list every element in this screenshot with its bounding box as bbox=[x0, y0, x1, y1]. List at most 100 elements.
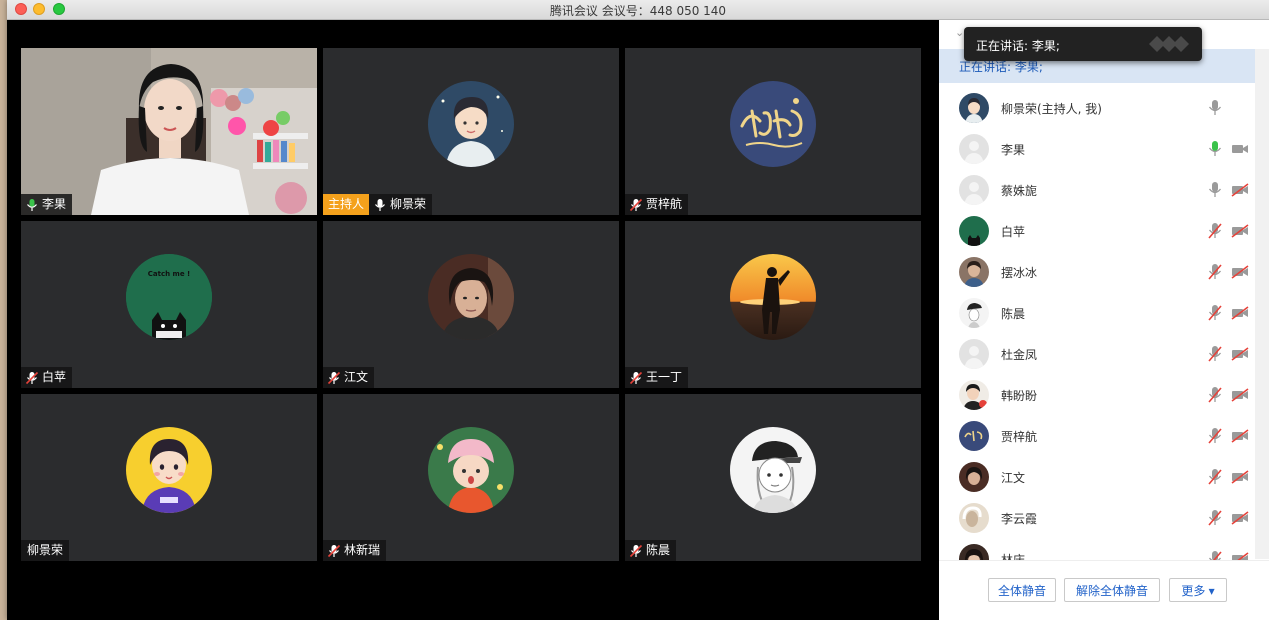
mic-muted-icon[interactable] bbox=[1207, 304, 1223, 322]
mic-muted-icon[interactable] bbox=[1207, 222, 1223, 240]
mic-icon[interactable] bbox=[1207, 181, 1223, 199]
video-tile-liujingrong-host[interactable]: 主持人 柳景荣 bbox=[323, 48, 619, 215]
participant-nametag: 江文 bbox=[323, 367, 375, 388]
cartoon-boy-purple-avatar bbox=[126, 427, 212, 513]
avatar bbox=[959, 257, 989, 287]
participant-name: 李果 bbox=[42, 197, 67, 211]
sunset-silhouette-avatar bbox=[730, 254, 816, 340]
camera-off-icon[interactable] bbox=[1231, 511, 1249, 525]
mic-muted-icon[interactable] bbox=[1207, 263, 1223, 281]
participant-name: 韩盼盼 bbox=[1001, 389, 1038, 403]
mic-active-icon bbox=[27, 198, 37, 211]
participant-nametag: 李果 bbox=[21, 194, 73, 215]
mic-muted-icon[interactable] bbox=[1207, 427, 1223, 445]
video-tile-jiazihang[interactable]: 贾梓航 bbox=[625, 48, 921, 215]
video-tile-baiping[interactable]: Catch me ! 白苹 bbox=[21, 221, 317, 388]
participant-nametag: 王一丁 bbox=[625, 367, 689, 388]
camera-off-icon[interactable] bbox=[1231, 388, 1249, 402]
nametag-label: 陈晨 bbox=[625, 540, 677, 561]
mute-all-button[interactable]: 全体静音 bbox=[988, 578, 1056, 602]
mic-muted-icon[interactable] bbox=[1207, 386, 1223, 404]
avatar bbox=[959, 503, 989, 533]
video-tile-wangyiding[interactable]: 王一丁 bbox=[625, 221, 921, 388]
more-button[interactable]: 更多 ▾ bbox=[1169, 578, 1227, 602]
camera-off-icon[interactable] bbox=[1231, 265, 1249, 279]
video-tile-liujingrong[interactable]: 柳景荣 bbox=[21, 394, 317, 561]
avatar bbox=[959, 93, 989, 123]
participant-row[interactable]: 白苹 bbox=[939, 211, 1255, 251]
video-tile-chenchen[interactable]: 陈晨 bbox=[625, 394, 921, 561]
participant-row[interactable]: 江文 bbox=[939, 457, 1255, 497]
participant-nametag: 林新瑞 bbox=[323, 540, 387, 561]
avatar: Catch me ! bbox=[126, 254, 212, 340]
avatar-caption: Catch me ! bbox=[147, 270, 191, 278]
participant-name: 李云霞 bbox=[1001, 512, 1038, 526]
participant-row[interactable]: 李果 bbox=[939, 129, 1255, 169]
mic-muted-icon[interactable] bbox=[1207, 345, 1223, 363]
avatar bbox=[959, 421, 989, 451]
camera-off-icon[interactable] bbox=[1231, 224, 1249, 238]
participant-row[interactable]: 林庆 bbox=[939, 539, 1255, 560]
participant-row[interactable]: 韩盼盼 bbox=[939, 375, 1255, 415]
participant-row[interactable]: 贾梓航 bbox=[939, 416, 1255, 456]
video-tile-jiangwen[interactable]: 江文 bbox=[323, 221, 619, 388]
avatar bbox=[959, 544, 989, 560]
host-badge: 主持人 bbox=[323, 194, 370, 215]
participant-name: 陈晨 bbox=[1001, 307, 1026, 321]
participant-name: 蔡姝旎 bbox=[1001, 184, 1038, 198]
meeting-window: 腾讯会议 会议号：448 050 140 李果 主持人 柳景荣 贾梓航 Catc… bbox=[7, 0, 1269, 620]
participant-name: 柳景荣 bbox=[390, 197, 427, 211]
unmute-all-button[interactable]: 解除全体静音 bbox=[1064, 578, 1160, 602]
video-tile-liguo[interactable]: 李果 bbox=[21, 48, 317, 215]
mic-active-icon[interactable] bbox=[1207, 140, 1223, 158]
participant-row[interactable]: 杜金凤 bbox=[939, 334, 1255, 374]
camera-off-icon[interactable] bbox=[1231, 470, 1249, 484]
video-tile-linxinrui[interactable]: 林新瑞 bbox=[323, 394, 619, 561]
participant-row[interactable]: 蔡姝旎 bbox=[939, 170, 1255, 210]
participant-name: 李果 bbox=[1001, 143, 1026, 157]
participant-name: 林庆 bbox=[1001, 553, 1026, 560]
mic-muted-icon[interactable] bbox=[1207, 550, 1223, 560]
participant-name: 贾梓航 bbox=[646, 197, 683, 211]
photo-man-avatar bbox=[965, 467, 983, 485]
mic-icon[interactable] bbox=[1207, 99, 1223, 117]
camera-off-icon[interactable] bbox=[1231, 552, 1249, 560]
nametag-label: 江文 bbox=[323, 367, 375, 388]
mic-muted-icon bbox=[629, 198, 643, 211]
participant-name: 摆冰冰 bbox=[1001, 266, 1038, 280]
default-avatar bbox=[959, 134, 989, 164]
nametag-label: 柳景荣 bbox=[369, 194, 433, 215]
camera-off-icon[interactable] bbox=[1231, 306, 1249, 320]
collapse-chevron-icon[interactable]: ⌄ bbox=[955, 26, 964, 39]
participant-name: 林新瑞 bbox=[344, 543, 381, 557]
participant-row[interactable]: 摆冰冰 bbox=[939, 252, 1255, 292]
photo-avatar bbox=[964, 261, 984, 287]
mic-muted-icon[interactable] bbox=[1207, 468, 1223, 486]
default-avatar bbox=[959, 339, 989, 369]
participant-list: 柳景荣(主持人, 我) 李果 蔡姝旎 白苹 摆冰冰 陈晨 杜金凤 韩盼盼 贾梓航… bbox=[939, 88, 1255, 560]
avatar bbox=[730, 427, 816, 513]
camera-off-icon[interactable] bbox=[1231, 429, 1249, 443]
panel-footer: 全体静音 解除全体静音 更多 ▾ bbox=[939, 560, 1269, 620]
mic-muted-icon bbox=[629, 371, 643, 384]
participant-name: 贾梓航 bbox=[1001, 430, 1038, 444]
participant-name: 白苹 bbox=[42, 370, 67, 384]
window-title: 腾讯会议 会议号：448 050 140 bbox=[549, 4, 727, 18]
speaking-tooltip: 正在讲话: 李果; bbox=[964, 27, 1202, 61]
participant-row[interactable]: 李云霞 bbox=[939, 498, 1255, 538]
calligraphy-avatar bbox=[964, 430, 983, 442]
participant-name: 杜金凤 bbox=[1001, 348, 1038, 362]
tooltip-decoration bbox=[1149, 36, 1189, 52]
camera-on-icon[interactable] bbox=[1231, 142, 1249, 156]
participant-row[interactable]: 陈晨 bbox=[939, 293, 1255, 333]
avatar bbox=[730, 81, 816, 167]
participant-row[interactable]: 柳景荣(主持人, 我) bbox=[939, 88, 1255, 128]
camera-off-icon[interactable] bbox=[1231, 183, 1249, 197]
panel-scrollbar[interactable] bbox=[1255, 49, 1269, 559]
calligraphy-avatar bbox=[730, 81, 816, 167]
camera-off-icon[interactable] bbox=[1231, 347, 1249, 361]
mic-muted-icon[interactable] bbox=[1207, 509, 1223, 527]
mic-muted-icon bbox=[629, 544, 643, 557]
avatar bbox=[428, 81, 514, 167]
avatar bbox=[126, 427, 212, 513]
